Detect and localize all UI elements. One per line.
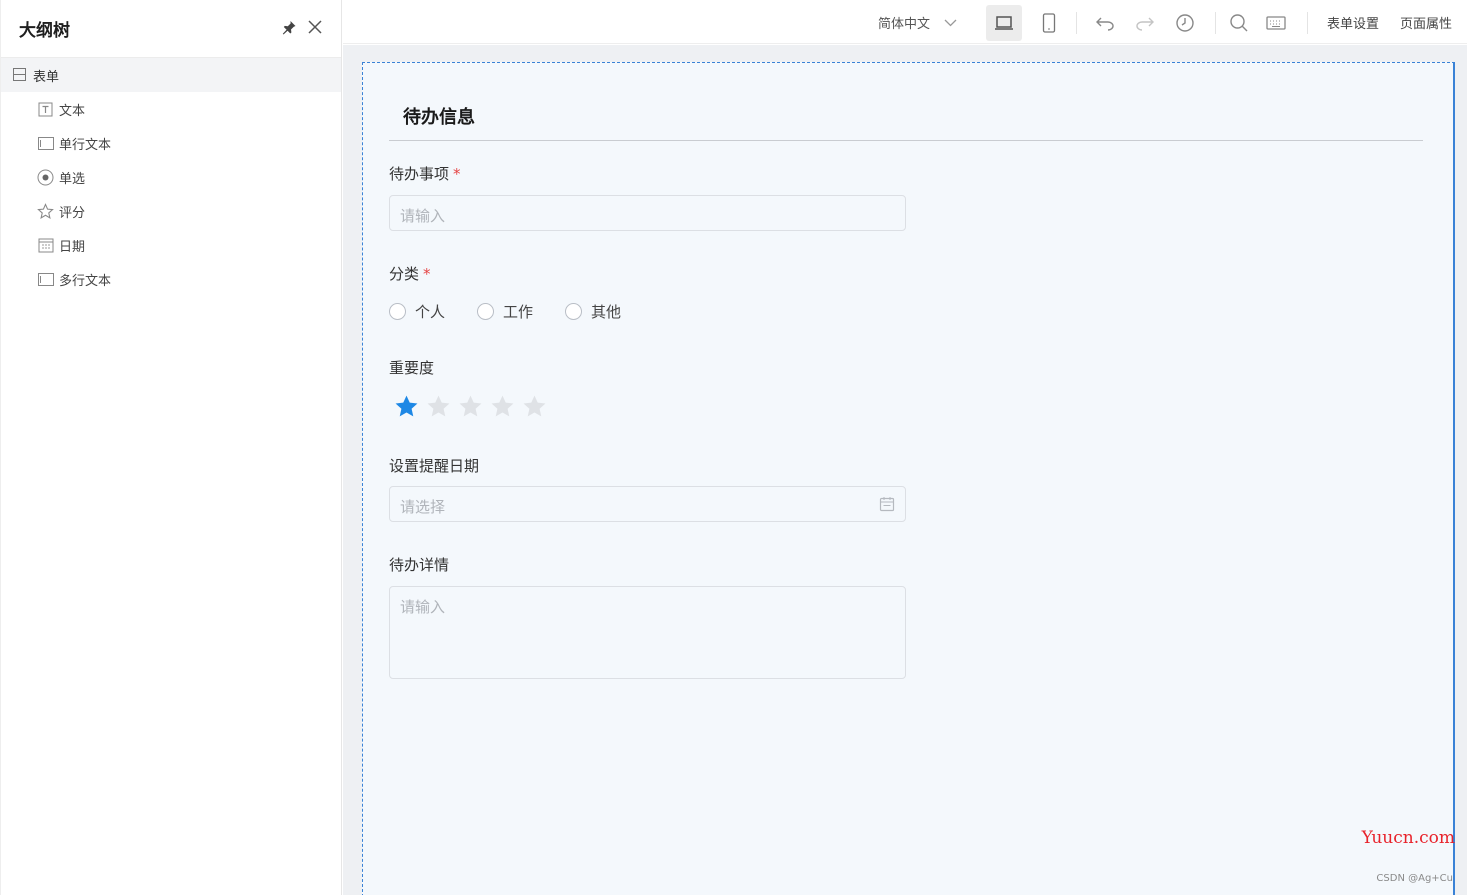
tree-item-single-line-text[interactable]: 单行文本 — [1, 126, 341, 160]
radio-icon — [37, 169, 54, 186]
outline-panel: 大纲树 表单 文本 单行文本 单选 评分 日期 多行文本 — [0, 0, 342, 895]
toolbar-divider — [1307, 12, 1308, 34]
todo-input[interactable]: 请输入 — [389, 195, 906, 231]
tree-item-multi-line-text[interactable]: 多行文本 — [1, 262, 341, 296]
page-properties-button[interactable]: 页面属性 — [1400, 13, 1452, 32]
section-divider — [389, 140, 1423, 141]
radio-circle — [389, 303, 406, 320]
keyboard-button[interactable] — [1258, 5, 1294, 41]
design-canvas: 待办信息 待办事项* 请输入 分类* 个人 工作 其他 重要度 设置提醒日期 — [343, 45, 1467, 895]
redo-button[interactable] — [1127, 5, 1163, 41]
reminder-date-picker[interactable]: 请选择 — [389, 486, 906, 522]
tree-item-text[interactable]: 文本 — [1, 92, 341, 126]
top-toolbar: 简体中文 表单设置 页面属性 — [343, 0, 1467, 44]
importance-rating — [394, 394, 547, 419]
tree-item-radio[interactable]: 单选 — [1, 160, 341, 194]
outline-header: 大纲树 — [1, 0, 341, 58]
section-title: 待办信息 — [403, 107, 475, 128]
outline-title: 大纲树 — [19, 21, 70, 41]
text-icon — [37, 101, 54, 118]
tree-item-label: 日期 — [59, 239, 86, 255]
mobile-view-button[interactable] — [1031, 5, 1067, 41]
tree-item-rating[interactable]: 评分 — [1, 194, 341, 228]
language-select[interactable]: 简体中文 — [878, 13, 957, 32]
redo-icon — [1136, 17, 1154, 31]
radio-circle — [477, 303, 495, 320]
form-icon — [12, 67, 28, 83]
tree-root-label: 表单 — [33, 69, 60, 85]
tree-item-label: 单行文本 — [59, 137, 112, 153]
required-mark: * — [453, 165, 461, 183]
radio-circle — [565, 303, 583, 320]
details-textarea[interactable]: 请输入 — [389, 586, 906, 679]
tree-item-date[interactable]: 日期 — [1, 228, 341, 262]
chevron-down-icon — [944, 19, 957, 26]
tree-item-label: 多行文本 — [59, 273, 112, 289]
reminder-date-label: 设置提醒日期 — [389, 457, 480, 475]
close-icon[interactable] — [307, 18, 323, 36]
tree-item-label: 文本 — [59, 103, 86, 119]
search-icon — [1230, 14, 1248, 32]
pin-icon[interactable] — [281, 18, 297, 36]
tree-item-label: 评分 — [59, 205, 86, 221]
radio-label: 个人 — [415, 303, 446, 321]
todo-label: 待办事项 * — [389, 165, 461, 183]
input-icon — [37, 135, 54, 152]
required-mark: * — [423, 265, 431, 283]
clock-icon — [1176, 14, 1194, 32]
rating-star-2[interactable] — [426, 394, 451, 419]
form-settings-button[interactable]: 表单设置 — [1327, 13, 1379, 32]
calendar-icon — [879, 497, 895, 512]
importance-label: 重要度 — [389, 359, 435, 377]
undo-icon — [1096, 17, 1114, 31]
reminder-date-placeholder: 请选择 — [400, 499, 446, 516]
toolbar-divider — [1076, 12, 1077, 34]
laptop-icon — [995, 16, 1013, 30]
desktop-view-button[interactable] — [986, 5, 1022, 41]
radio-label: 工作 — [503, 303, 534, 321]
category-option-other[interactable]: 其他 — [565, 301, 621, 322]
tree-root-form[interactable]: 表单 — [1, 58, 341, 92]
star-icon — [37, 202, 54, 220]
category-radio-group: 个人 工作 其他 — [389, 301, 621, 322]
mobile-icon — [1042, 13, 1056, 33]
rating-star-5[interactable] — [522, 394, 547, 419]
undo-button[interactable] — [1087, 5, 1123, 41]
form-container[interactable]: 待办信息 待办事项* 请输入 分类* 个人 工作 其他 重要度 设置提醒日期 — [362, 62, 1455, 895]
keyboard-icon — [1266, 16, 1286, 30]
calendar-icon — [37, 237, 54, 254]
category-option-personal[interactable]: 个人 — [389, 301, 445, 322]
rating-star-1[interactable] — [394, 394, 419, 419]
watermark: Yuucn.com — [1361, 828, 1455, 848]
history-button[interactable] — [1167, 5, 1203, 41]
textarea-icon — [37, 271, 54, 288]
rating-star-4[interactable] — [490, 394, 515, 419]
category-option-work[interactable]: 工作 — [477, 301, 533, 322]
credit-text: CSDN @Ag+Cu — [1376, 873, 1453, 884]
details-label: 待办详情 — [389, 556, 450, 574]
category-label: 分类 * — [389, 265, 431, 283]
language-label: 简体中文 — [878, 17, 931, 32]
toolbar-divider — [1215, 12, 1216, 34]
rating-star-3[interactable] — [458, 394, 483, 419]
tree-item-label: 单选 — [59, 171, 86, 187]
radio-label: 其他 — [591, 303, 622, 321]
search-button[interactable] — [1221, 5, 1257, 41]
